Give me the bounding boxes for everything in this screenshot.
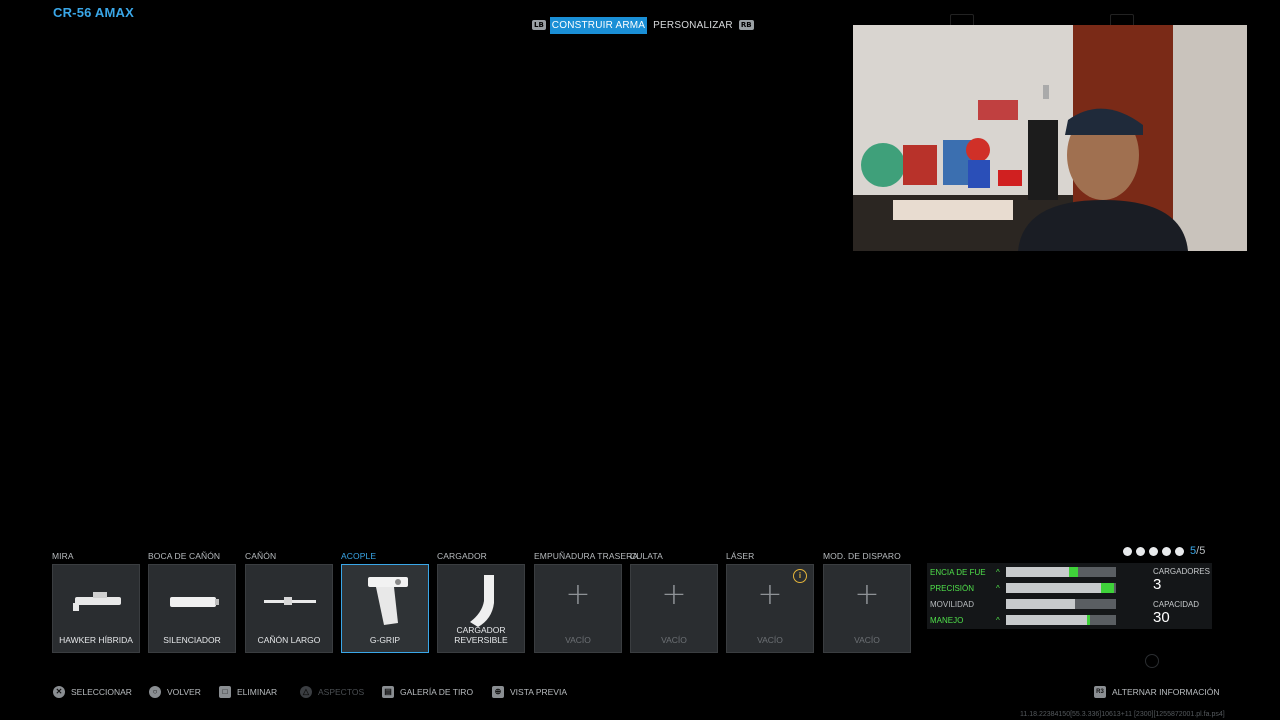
attachment-slot-acople[interactable]: G-GRIP xyxy=(341,564,429,653)
capacity-value: 30 xyxy=(1153,609,1170,626)
attachment-slot-culata[interactable]: + VACÍO xyxy=(630,564,718,653)
info-icon: i xyxy=(793,569,807,583)
stat-bar xyxy=(1006,615,1116,625)
increase-arrow-icon: ^ xyxy=(996,615,1000,625)
magazines-label: CARGADORES xyxy=(1153,567,1210,576)
foregrip-icon xyxy=(368,577,408,625)
stats-panel: ENCIA DE FUE ^ PRECISIÓN ^ MOVILIDAD MAN… xyxy=(927,563,1212,629)
slot-label-mod-de-disparo: MOD. DE DISPARO xyxy=(823,551,901,561)
attachment-slot-empunadura-trasera[interactable]: + VACÍO xyxy=(534,564,622,653)
slot-name: VACÍO xyxy=(661,635,687,645)
suppressor-icon xyxy=(170,597,219,607)
magazines-value: 3 xyxy=(1153,576,1162,593)
attachment-slot-boca-de-canon[interactable]: SILENCIADOR xyxy=(148,564,236,653)
stat-row-precision: PRECISIÓN ^ xyxy=(930,582,1116,594)
weapon-name: CR-56 AMAX xyxy=(53,5,134,20)
slot-name: VACÍO xyxy=(854,635,880,645)
tab-construir-arma[interactable]: CONSTRUIR ARMA xyxy=(549,16,648,34)
preview-icon: ⊕ xyxy=(492,686,504,698)
filled-dot-icon xyxy=(1175,546,1184,556)
stat-row-mobility: MOVILIDAD xyxy=(930,598,1116,610)
webcam-overlay xyxy=(853,25,1247,251)
right-bumper-icon[interactable]: RB xyxy=(738,20,754,30)
r3-button-icon: R3 xyxy=(1094,686,1106,698)
webcam-image xyxy=(853,25,1247,251)
attachment-slot-mod-de-disparo[interactable]: + VACÍO xyxy=(823,564,911,653)
action-alternar-informacion[interactable]: R3 ALTERNAR INFORMACIÓN xyxy=(1094,684,1220,700)
action-label: GALERÍA DE TIRO xyxy=(400,687,474,697)
slot-name: CARGADOR REVERSIBLE xyxy=(454,625,508,645)
stat-bar xyxy=(1006,567,1116,577)
slot-label-mira: MIRA xyxy=(52,551,74,561)
action-label: VOLVER xyxy=(167,687,201,697)
filled-dot-icon xyxy=(1149,546,1158,556)
left-bumper-icon[interactable]: LB xyxy=(532,20,546,30)
attachment-count-text: 5/5 xyxy=(1190,545,1206,557)
action-label: ELIMINAR xyxy=(237,687,278,697)
slot-name: G-GRIP xyxy=(369,635,401,645)
slot-label-acople: ACOPLE xyxy=(341,551,377,561)
slot-name: HAWKER HÍBRIDA xyxy=(59,635,133,645)
attachment-count: 5/5 xyxy=(1123,545,1205,557)
filled-dot-icon xyxy=(1136,546,1145,556)
hybrid-sight-icon xyxy=(73,592,121,611)
slot-label-cargador: CARGADOR xyxy=(437,551,487,561)
action-label: VISTA PREVIA xyxy=(510,687,568,697)
attachment-slot-mira[interactable]: HAWKER HÍBRIDA xyxy=(52,564,140,653)
triangle-button-icon: △ xyxy=(300,686,312,698)
slot-label-empunadura-trasera: EMPUÑADURA TRASERA xyxy=(534,551,639,561)
slot-label-laser: LÁSER xyxy=(726,551,755,561)
stat-label: MOVILIDAD xyxy=(930,599,975,609)
stat-label: PRECISIÓN xyxy=(930,583,975,593)
slot-name: SILENCIADOR xyxy=(163,635,221,645)
filled-dot-icon xyxy=(1162,546,1171,556)
action-label: ASPECTOS xyxy=(318,687,365,697)
filled-dot-icon xyxy=(1123,546,1132,556)
capacity-label: CAPACIDAD xyxy=(1153,600,1200,609)
plus-icon: + xyxy=(661,577,687,612)
magazine-icon xyxy=(470,575,494,627)
capacity-box: CAPACIDAD 30 xyxy=(1153,600,1199,626)
action-aspectos[interactable]: △ ASPECTOS xyxy=(300,684,364,700)
plus-icon: + xyxy=(565,577,591,612)
increase-arrow-icon: ^ xyxy=(996,567,1000,577)
tab-personalizar[interactable]: PERSONALIZAR xyxy=(651,17,735,34)
action-vista-previa[interactable]: ⊕ VISTA PREVIA xyxy=(492,684,567,700)
increase-arrow-icon: ^ xyxy=(996,583,1000,593)
long-barrel-icon xyxy=(264,597,316,605)
stat-bar xyxy=(1006,583,1116,593)
action-volver[interactable]: ○ VOLVER xyxy=(149,684,201,700)
x-button-icon: ✕ xyxy=(53,686,65,698)
stat-label: MANEJO xyxy=(930,615,964,625)
slot-label-boca-de-canon: BOCA DE CAÑÓN xyxy=(148,551,221,561)
stat-row-firepower: ENCIA DE FUE ^ xyxy=(930,566,1116,578)
attachment-slot-laser[interactable]: + i VACÍO xyxy=(726,564,814,653)
magazines-box: CARGADORES 3 xyxy=(1153,567,1210,593)
action-label: ALTERNAR INFORMACIÓN xyxy=(1112,687,1220,697)
slot-label-culata: CULATA xyxy=(630,551,663,561)
slot-name: CAÑÓN LARGO xyxy=(257,635,321,645)
attachment-slot-cargador[interactable]: CARGADOR REVERSIBLE xyxy=(437,564,525,653)
stat-bar xyxy=(1006,599,1116,609)
touchpad-icon: ▤ xyxy=(382,686,394,698)
version-text: 11.18.22384150[55.3.336]10613+11 [2300][… xyxy=(1020,711,1225,718)
compass-icon xyxy=(1145,654,1159,668)
action-seleccionar[interactable]: ✕ SELECCIONAR xyxy=(53,684,132,700)
stat-row-handling: MANEJO ^ xyxy=(930,614,1116,626)
slot-name: VACÍO xyxy=(565,635,591,645)
action-eliminar[interactable]: □ ELIMINAR xyxy=(219,684,277,700)
stat-label: ENCIA DE FUE xyxy=(930,567,986,577)
plus-icon: + xyxy=(854,577,880,612)
square-button-icon: □ xyxy=(219,686,231,698)
circle-button-icon: ○ xyxy=(149,686,161,698)
slot-label-canon: CAÑÓN xyxy=(245,551,277,561)
slot-name: VACÍO xyxy=(757,635,783,645)
top-tabs: LB CONSTRUIR ARMA PERSONALIZAR RB xyxy=(532,15,754,35)
action-label: SELECCIONAR xyxy=(71,687,132,697)
action-galeria-de-tiro[interactable]: ▤ GALERÍA DE TIRO xyxy=(382,684,473,700)
attachment-slot-canon[interactable]: CAÑÓN LARGO xyxy=(245,564,333,653)
